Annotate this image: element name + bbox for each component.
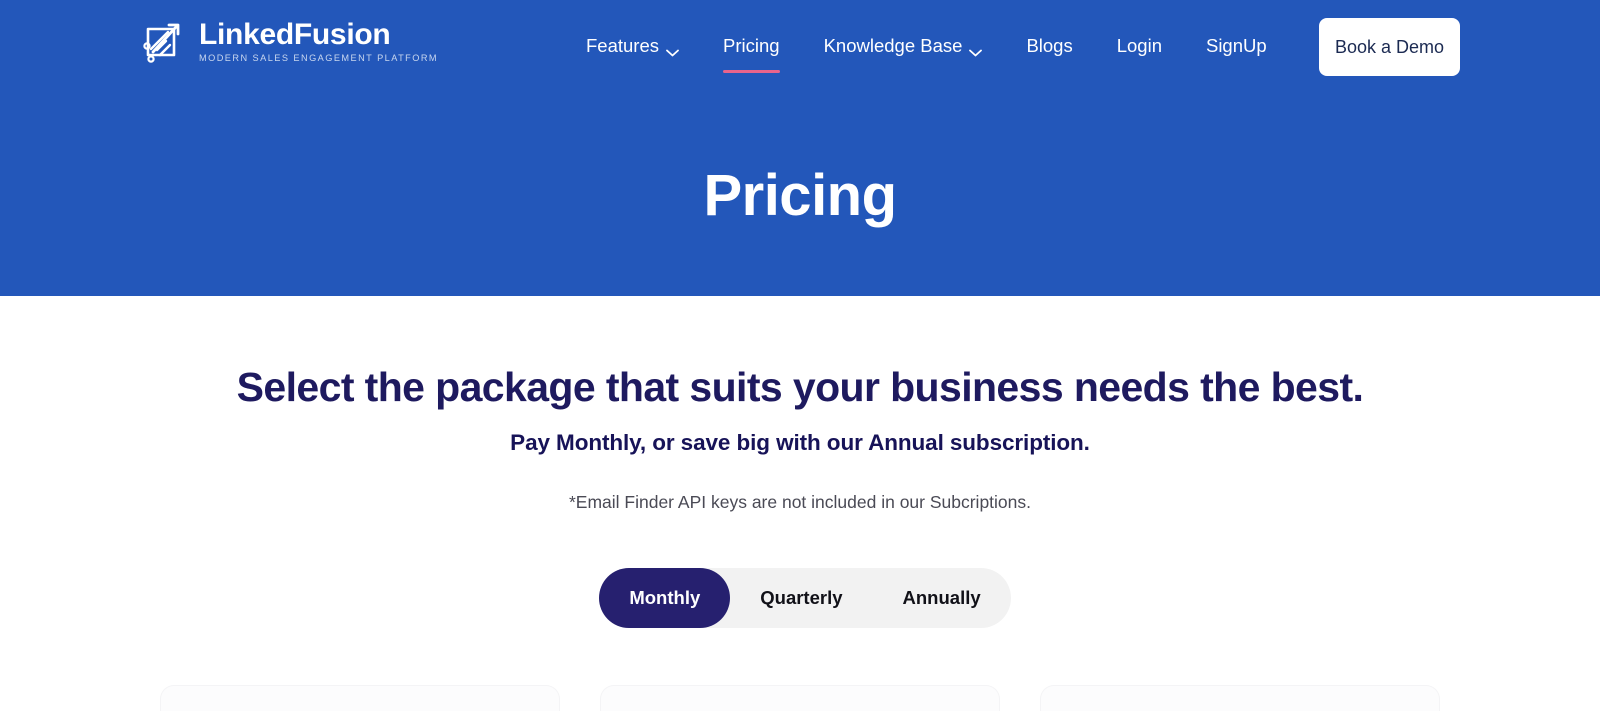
nav-item-label: Blogs xyxy=(1026,34,1073,56)
nav-item-label: Pricing xyxy=(723,34,780,56)
chevron-down-icon xyxy=(969,42,983,57)
book-a-demo-button[interactable]: Book a Demo xyxy=(1319,18,1460,76)
nav-item-label: Knowledge Base xyxy=(823,34,963,56)
nav-item-signup[interactable]: SignUp xyxy=(1206,27,1267,66)
nav-item-pricing[interactable]: Pricing xyxy=(723,27,780,74)
billing-option-quarterly[interactable]: Quarterly xyxy=(730,568,872,628)
active-nav-underline xyxy=(723,70,780,74)
pricing-card[interactable] xyxy=(160,685,560,711)
chevron-down-icon xyxy=(666,42,679,57)
nav-item-label: Features xyxy=(586,34,660,56)
billing-toggle-wrap: Monthly Quarterly Annually xyxy=(0,568,1600,628)
hero-banner: LinkedFusion MODERN SALES ENGAGEMENT PLA… xyxy=(0,0,1600,296)
nav-item-blogs[interactable]: Blogs xyxy=(1026,27,1072,66)
page-title: Pricing xyxy=(703,163,897,228)
pricing-card[interactable] xyxy=(600,685,1000,711)
brand-logo[interactable]: LinkedFusion MODERN SALES ENGAGEMENT PLA… xyxy=(136,16,438,68)
brand-name: LinkedFusion xyxy=(199,17,391,51)
pricing-cards-row xyxy=(0,685,1600,711)
billing-option-annually[interactable]: Annually xyxy=(873,568,1011,628)
nav-item-knowledge-base[interactable]: Knowledge Base xyxy=(824,27,983,66)
pricing-card[interactable] xyxy=(1040,685,1440,711)
top-navigation-bar: LinkedFusion MODERN SALES ENGAGEMENT PLA… xyxy=(0,0,1600,92)
nav-links: Features Pricing Knowledge Base Blogs Lo… xyxy=(586,0,1267,92)
nav-item-features[interactable]: Features xyxy=(586,27,679,66)
pricing-headline: Select the package that suits your busin… xyxy=(236,364,1364,410)
nav-item-login[interactable]: Login xyxy=(1117,27,1162,66)
pricing-subheadline: Pay Monthly, or save big with our Annual… xyxy=(510,430,1090,455)
arrow-growth-icon xyxy=(136,16,188,68)
billing-period-toggle[interactable]: Monthly Quarterly Annually xyxy=(599,568,1011,628)
nav-item-label: Login xyxy=(1116,34,1162,56)
nav-item-label: SignUp xyxy=(1205,34,1267,56)
main-content: Select the package that suits your busin… xyxy=(0,296,1600,711)
pricing-page: LinkedFusion MODERN SALES ENGAGEMENT PLA… xyxy=(0,0,1600,711)
api-keys-note: *Email Finder API keys are not included … xyxy=(568,492,1032,512)
brand-tagline: MODERN SALES ENGAGEMENT PLATFORM xyxy=(199,53,439,64)
billing-option-monthly[interactable]: Monthly xyxy=(599,568,731,628)
